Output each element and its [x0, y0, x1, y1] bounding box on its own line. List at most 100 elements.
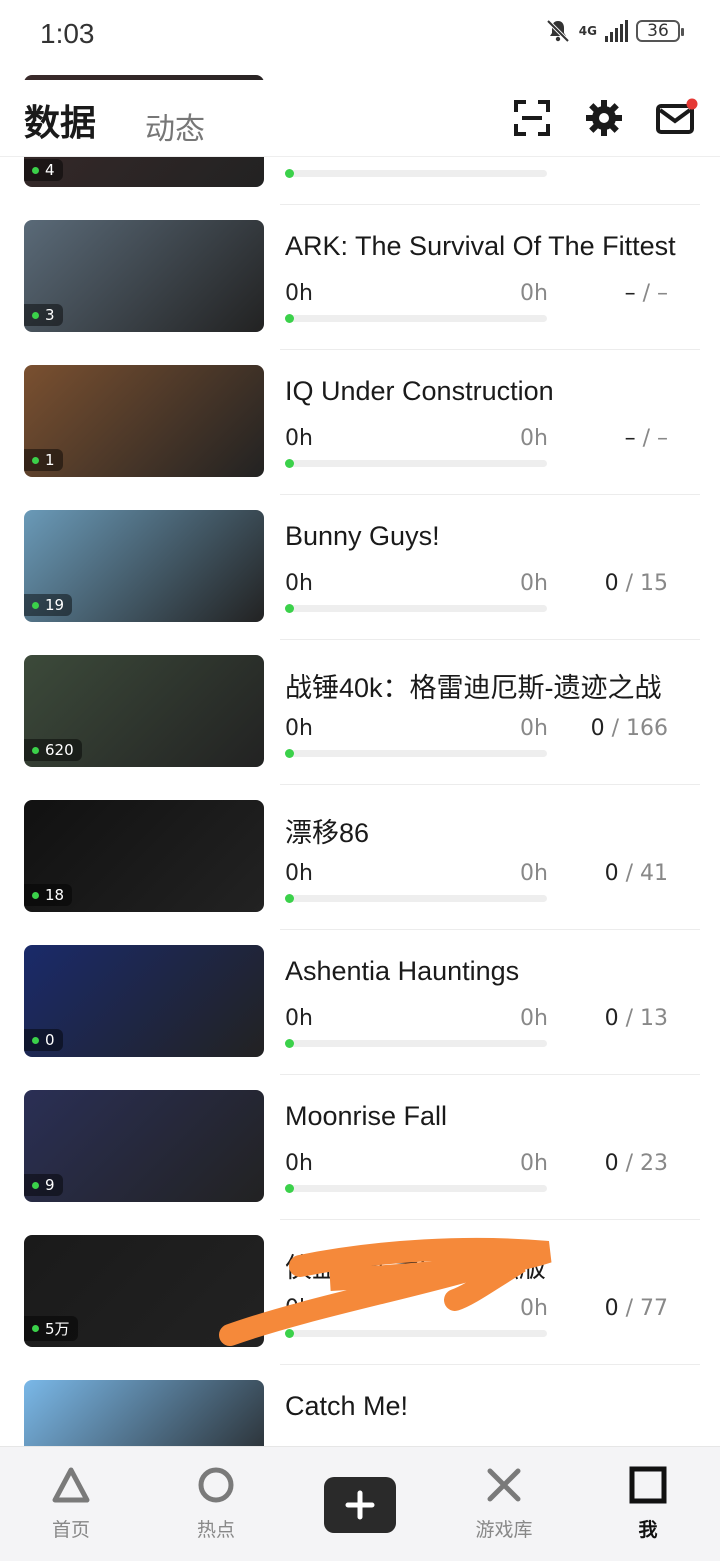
- play-time-recent: 0h: [520, 1151, 548, 1176]
- game-row[interactable]: 1 IQ Under Construction 0h 0h – / –: [0, 350, 720, 495]
- achievements-done: 0: [604, 1296, 619, 1321]
- achievements-total: / 77: [625, 1296, 668, 1321]
- game-title: ARK: The Survival Of The Fittest: [285, 231, 676, 261]
- mute-bell-icon: [545, 18, 571, 44]
- progress-dot: [285, 894, 294, 903]
- nav-home[interactable]: 首页: [16, 1465, 126, 1542]
- progress-bar: [285, 604, 547, 613]
- progress-bar: [285, 749, 547, 758]
- progress-bar: [285, 1184, 547, 1193]
- game-row[interactable]: 0 Ashentia Hauntings 0h 0h 0 / 13: [0, 930, 720, 1075]
- online-dot-icon: [32, 1036, 39, 1044]
- achievements-total: / 41: [625, 861, 668, 886]
- online-dot-icon: [32, 1181, 39, 1189]
- nav-home-label: 首页: [51, 1519, 90, 1541]
- progress-dot: [285, 604, 294, 613]
- online-count: 4: [24, 159, 63, 181]
- game-title: Catch Me!: [285, 1391, 409, 1421]
- game-row[interactable]: 18 漂移86 0h 0h 0 / 41: [0, 785, 720, 930]
- game-row[interactable]: 5万 侠盗猎车手V：增强版 0h 0h 0 / 77: [0, 1220, 720, 1365]
- achievements-done: 0: [604, 1151, 619, 1176]
- achievements: 0 / 41: [605, 861, 668, 886]
- achievements-done: 0: [590, 716, 605, 741]
- game-title: 侠盗猎车手V：增强版: [285, 1253, 547, 1283]
- achievements-total: / –: [642, 426, 668, 451]
- achievements-total: / 15: [625, 571, 668, 596]
- game-row[interactable]: 620 战锤40k：格雷迪厄斯-遗迹之战 0h 0h 0 / 166: [0, 640, 720, 785]
- progress-dot: [285, 1039, 294, 1048]
- game-title: 战锤40k：格雷迪厄斯-遗迹之战: [285, 673, 662, 703]
- mail-icon[interactable]: [656, 98, 698, 138]
- tab-feed[interactable]: 动态: [145, 104, 205, 148]
- nav-hot[interactable]: 热点: [161, 1465, 271, 1542]
- nav-library[interactable]: 游戏库: [449, 1465, 559, 1542]
- online-dot-icon: [32, 601, 39, 609]
- online-count: 0: [24, 1029, 63, 1051]
- game-title: Moonrise Fall: [285, 1101, 448, 1131]
- game-cover-image[interactable]: 0: [24, 945, 264, 1057]
- nav-me[interactable]: 我: [593, 1465, 703, 1542]
- tab-data[interactable]: 数据: [24, 94, 96, 146]
- game-cover-image[interactable]: 5万: [24, 1235, 264, 1347]
- achievements-done: –: [624, 281, 636, 306]
- play-time-recent: 0h: [520, 716, 548, 741]
- progress-bar: [285, 894, 547, 903]
- triangle-icon: [52, 1467, 90, 1503]
- game-row[interactable]: 19 Bunny Guys! 0h 0h 0 / 15: [0, 495, 720, 640]
- top-header: 数据 动态: [0, 80, 720, 157]
- achievements: 0 / 166: [591, 716, 668, 741]
- achievements-total: / 166: [611, 716, 668, 741]
- achievements-done: –: [624, 426, 636, 451]
- game-row[interactable]: 3 ARK: The Survival Of The Fittest 0h 0h – /…: [0, 205, 720, 350]
- game-cover-image[interactable]: 1: [24, 365, 264, 477]
- status-time: 1:03: [40, 18, 95, 49]
- achievements: 0 / 77: [605, 1296, 668, 1321]
- plus-icon: [345, 1490, 375, 1520]
- nav-library-label: 游戏库: [475, 1519, 533, 1541]
- online-count: 19: [24, 594, 73, 616]
- achievements: 0 / 15: [605, 571, 668, 596]
- status-icons: 4G 36: [545, 18, 684, 44]
- play-time-recent: 0h: [520, 1296, 548, 1321]
- progress-dot: [285, 459, 294, 468]
- game-cover-image[interactable]: 19: [24, 510, 264, 622]
- battery-icon: 36: [636, 20, 684, 42]
- scan-icon[interactable]: [512, 98, 552, 138]
- nav-me-label: 我: [638, 1519, 658, 1541]
- play-time-recent: 0h: [520, 861, 548, 886]
- nav-hot-label: 热点: [196, 1519, 235, 1541]
- achievements-done: 0: [604, 571, 619, 596]
- play-time: 0h: [285, 571, 313, 596]
- settings-icon[interactable]: [584, 98, 624, 138]
- online-count: 18: [24, 884, 73, 906]
- progress-bar: [285, 1039, 547, 1048]
- game-cover-image[interactable]: 18: [24, 800, 264, 912]
- play-time-recent: 0h: [520, 571, 548, 596]
- game-row[interactable]: 9 Moonrise Fall 0h 0h 0 / 23: [0, 1075, 720, 1220]
- online-count: 620: [24, 739, 82, 761]
- nav-add-button[interactable]: [324, 1477, 396, 1533]
- game-title: Ashentia Hauntings: [285, 956, 520, 986]
- game-cover-image[interactable]: 9: [24, 1090, 264, 1202]
- online-dot-icon: [32, 1325, 39, 1332]
- online-dot-icon: [32, 891, 39, 899]
- achievements-total: / –: [642, 281, 668, 306]
- play-time-recent: 0h: [520, 426, 548, 451]
- achievements: – / –: [625, 281, 668, 306]
- play-time: 0h: [285, 1151, 313, 1176]
- achievements-total: / 13: [625, 1006, 668, 1031]
- online-count: 3: [24, 304, 63, 326]
- online-dot-icon: [32, 746, 39, 754]
- progress-dot: [285, 749, 294, 758]
- play-time: 0h: [285, 861, 313, 886]
- achievements-total: / 23: [625, 1151, 668, 1176]
- achievements-done: 0: [604, 1006, 619, 1031]
- game-cover-image[interactable]: 3: [24, 220, 264, 332]
- bottom-nav: 首页 热点 游戏库 我: [0, 1446, 720, 1561]
- achievements: 0 / 23: [605, 1151, 668, 1176]
- online-dot-icon: [32, 166, 39, 174]
- online-count: 5万: [24, 1316, 78, 1341]
- network-label: 4G: [578, 24, 597, 38]
- progress-bar: [285, 314, 547, 323]
- game-cover-image[interactable]: 620: [24, 655, 264, 767]
